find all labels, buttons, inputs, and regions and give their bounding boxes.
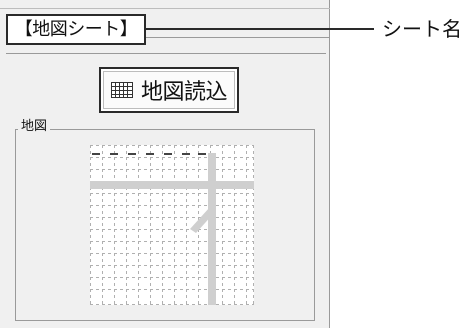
sheet-name-label: 【地図シート】 [14, 19, 138, 40]
sheet-panel: 【地図シート】 地図読込 地図 [0, 0, 330, 328]
callout-line [146, 28, 374, 30]
map-group-label: 地図 [18, 118, 51, 136]
panel-top-border [0, 8, 330, 9]
callout-label: シート名 [382, 17, 462, 41]
map-preview [90, 145, 254, 305]
sheet-name-tab[interactable]: 【地図シート】 [6, 14, 146, 45]
figure: 【地図シート】 地図読込 地図 シート名 [0, 0, 465, 328]
tab-row-border [146, 37, 330, 38]
load-map-button[interactable]: 地図読込 [99, 67, 239, 113]
load-map-label: 地図読込 [140, 80, 228, 105]
separator [6, 53, 326, 54]
grid-icon [110, 82, 133, 98]
